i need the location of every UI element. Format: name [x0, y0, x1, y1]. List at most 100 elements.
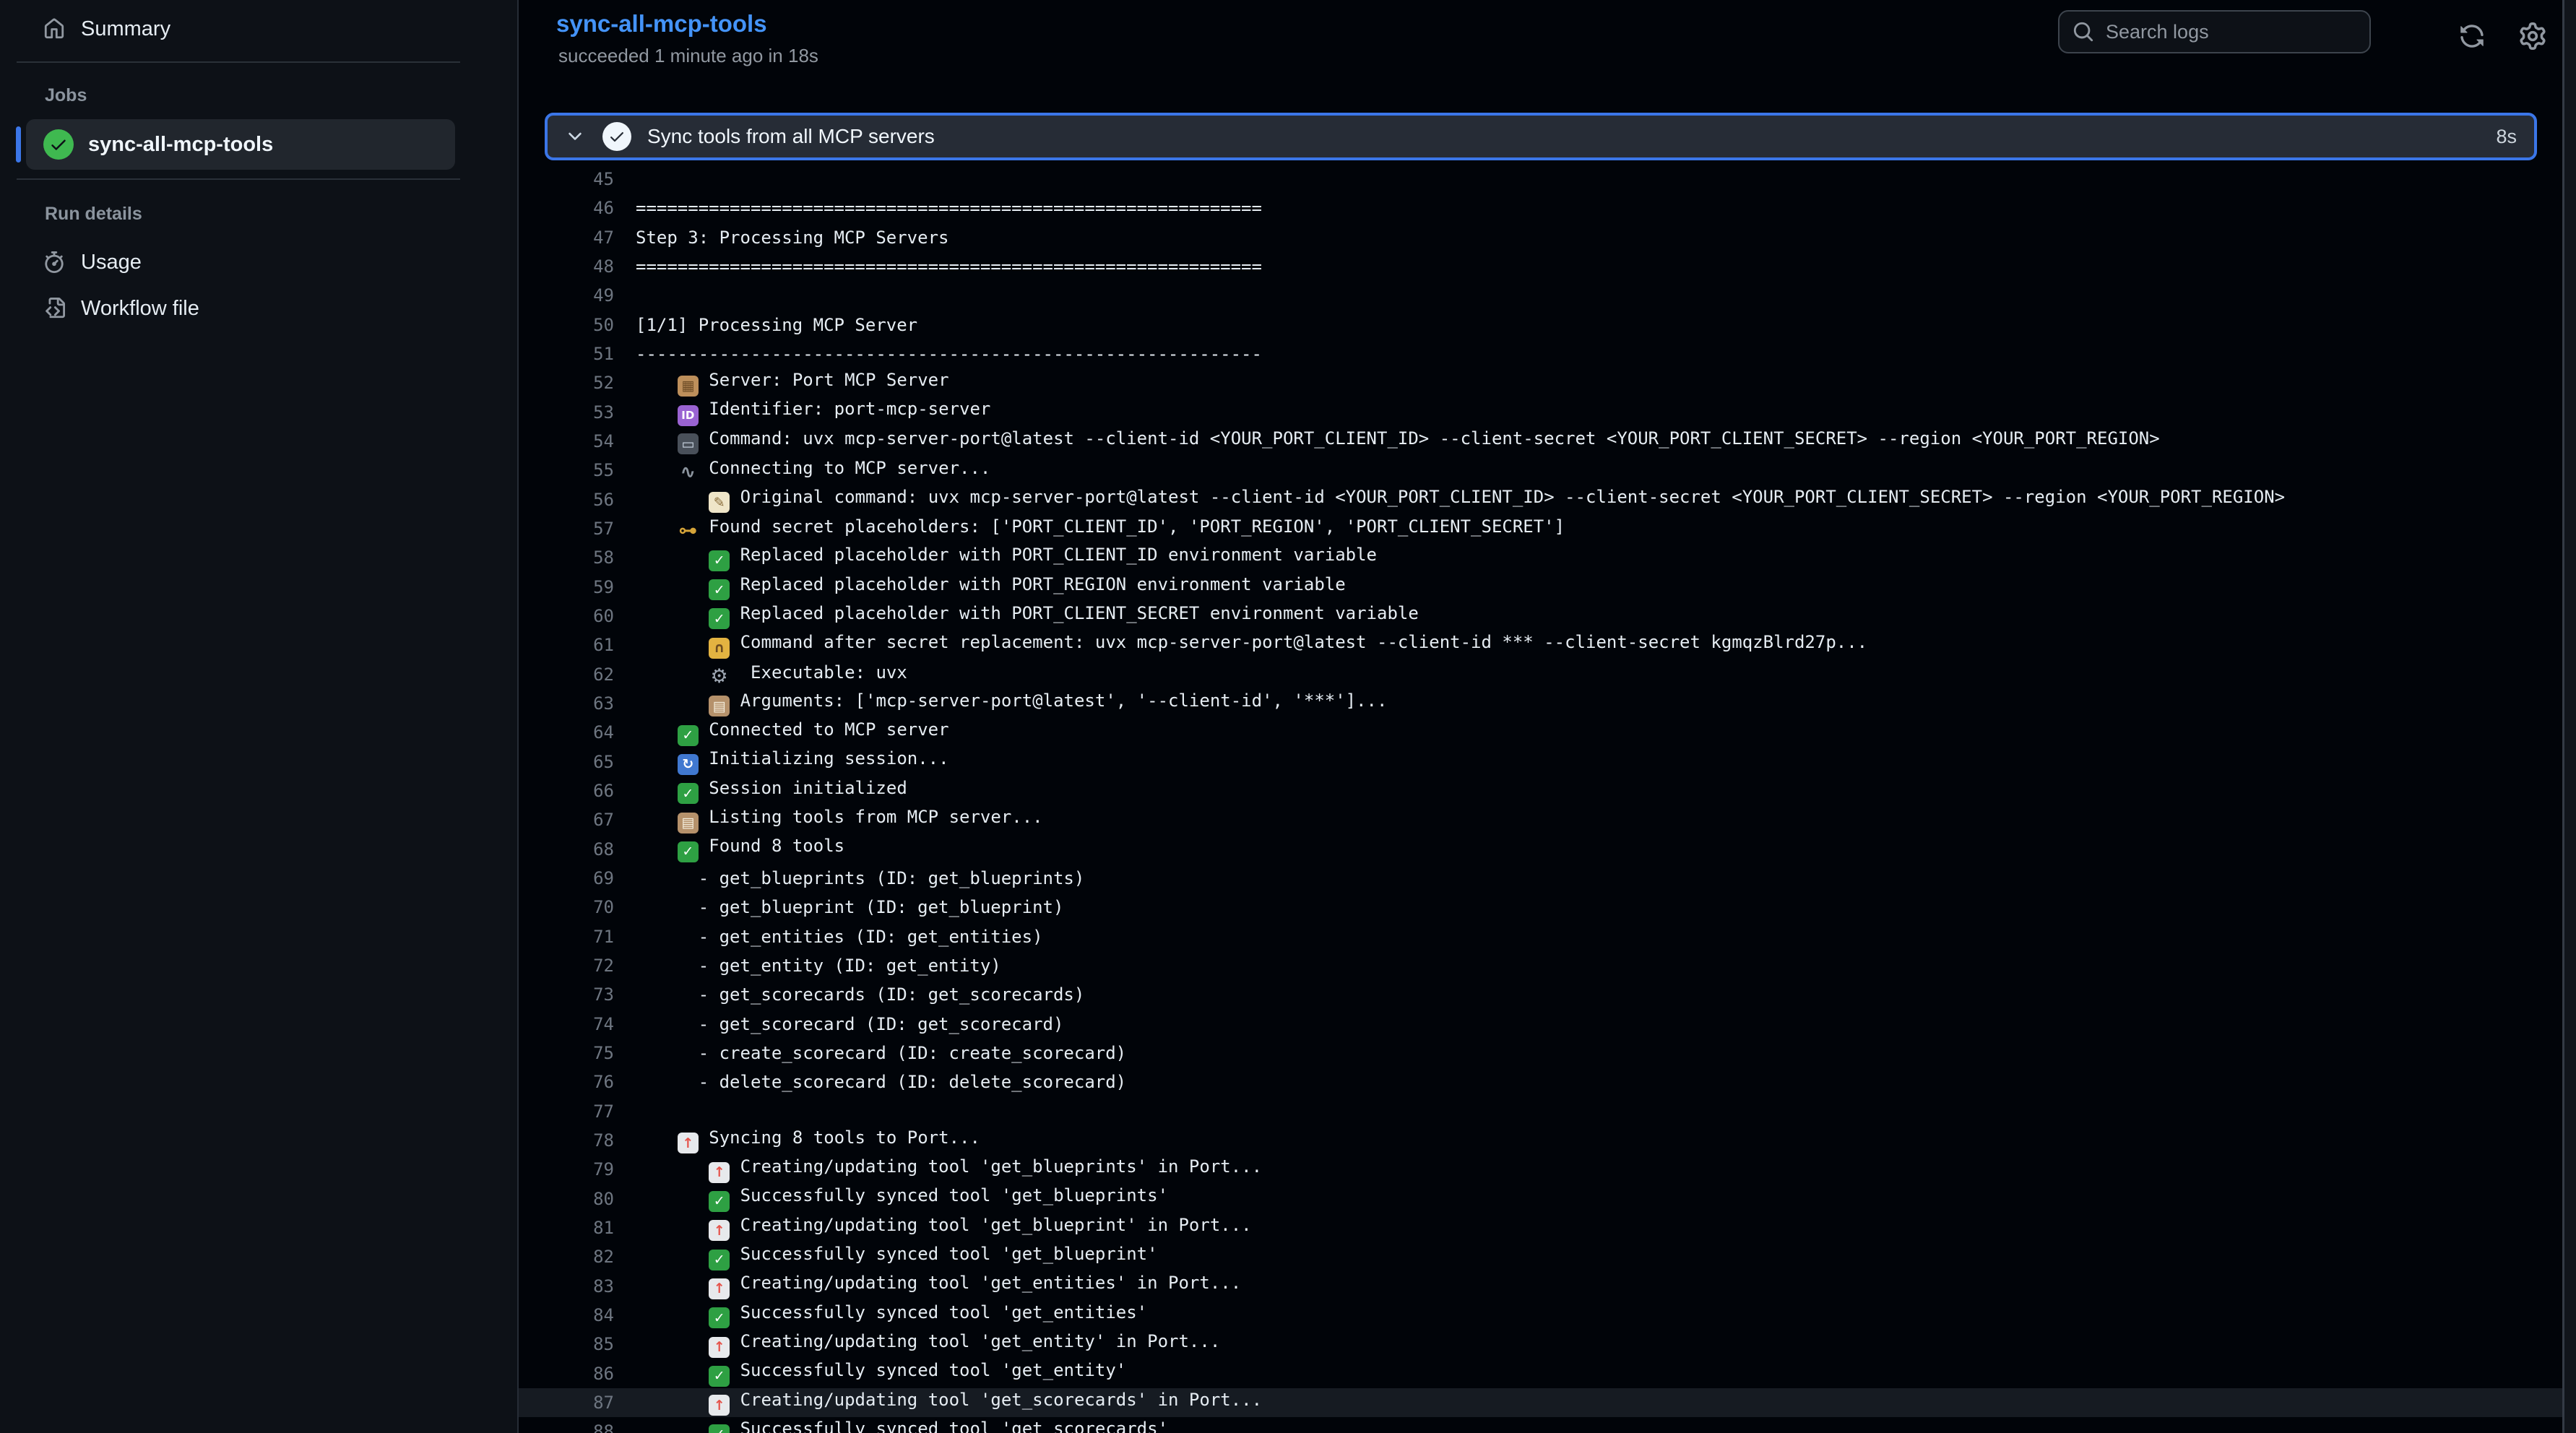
line-number[interactable]: 55: [519, 460, 614, 480]
line-number[interactable]: 49: [519, 285, 614, 306]
line-number[interactable]: 74: [519, 1014, 614, 1034]
line-number[interactable]: 82: [519, 1247, 614, 1267]
log-line: 73 - get_scorecards (ID: get_scorecards): [519, 980, 2562, 1009]
log-settings-button[interactable]: [2517, 20, 2549, 52]
line-number[interactable]: 48: [519, 256, 614, 277]
sidebar-item-label: Summary: [81, 17, 170, 41]
line-number[interactable]: 68: [519, 839, 614, 860]
line-number[interactable]: 72: [519, 956, 614, 976]
line-number[interactable]: 60: [519, 606, 614, 626]
line-number[interactable]: 79: [519, 1159, 614, 1179]
refresh-icon: [2459, 23, 2485, 49]
line-number[interactable]: 61: [519, 635, 614, 655]
line-number[interactable]: 87: [519, 1393, 614, 1413]
log-line: 76 - delete_scorecard (ID: delete_scorec…: [519, 1068, 2562, 1096]
log-text: Successfully synced tool 'get_entity': [636, 1360, 1126, 1387]
line-number[interactable]: 85: [519, 1334, 614, 1354]
line-number[interactable]: 67: [519, 810, 614, 830]
line-number[interactable]: 77: [519, 1101, 614, 1122]
step-title: Sync tools from all MCP servers: [647, 125, 935, 148]
line-number[interactable]: 54: [519, 431, 614, 451]
line-number[interactable]: 71: [519, 927, 614, 947]
sync-icon: [678, 754, 699, 775]
line-number[interactable]: 52: [519, 373, 614, 393]
log-text: - get_blueprint (ID: get_blueprint): [636, 897, 1063, 917]
line-number[interactable]: 80: [519, 1189, 614, 1209]
log-text: Session initialized: [636, 778, 907, 805]
log-group-header[interactable]: Sync tools from all MCP servers 8s: [545, 113, 2537, 160]
job-status-line: succeeded 1 minute ago in 18s: [558, 45, 818, 67]
line-number[interactable]: 86: [519, 1364, 614, 1384]
log-text: Executable: uvx: [636, 662, 907, 687]
sidebar-item-job-sync-all-mcp-tools[interactable]: sync-all-mcp-tools: [26, 119, 455, 170]
log-line: 79 Creating/updating tool 'get_blueprint…: [519, 1155, 2562, 1184]
log-line: 72 - get_entity (ID: get_entity): [519, 951, 2562, 980]
log-line: 46======================================…: [519, 194, 2562, 222]
check-icon: [709, 608, 730, 629]
check-icon: [709, 550, 730, 571]
line-number[interactable]: 65: [519, 752, 614, 772]
outbox-icon: [709, 1162, 730, 1183]
log-line: 70 - get_blueprint (ID: get_blueprint): [519, 893, 2562, 922]
line-number[interactable]: 56: [519, 490, 614, 510]
line-number[interactable]: 47: [519, 228, 614, 248]
main-panel: sync-all-mcp-tools succeeded 1 minute ag…: [519, 0, 2576, 1433]
log-text: Successfully synced tool 'get_blueprint': [636, 1244, 1158, 1270]
lock-icon: [709, 638, 730, 659]
log-line: 80 Successfully synced tool 'get_bluepri…: [519, 1184, 2562, 1213]
line-number[interactable]: 83: [519, 1276, 614, 1296]
sidebar-item-label: Usage: [81, 251, 142, 274]
sidebar-divider: [17, 61, 460, 63]
job-success-check-icon: [43, 129, 74, 160]
line-number[interactable]: 51: [519, 344, 614, 364]
line-number[interactable]: 76: [519, 1072, 614, 1092]
log-line: 64 Connected to MCP server: [519, 718, 2562, 747]
outbox-icon: [678, 1133, 699, 1153]
jobs-section-label: Jobs: [45, 85, 87, 110]
step-duration: 8s: [2496, 126, 2517, 148]
line-number[interactable]: 58: [519, 547, 614, 568]
line-number[interactable]: 59: [519, 577, 614, 597]
sidebar-item-summary[interactable]: Summary: [43, 12, 503, 46]
log-text: - delete_scorecard (ID: delete_scorecard…: [636, 1072, 1126, 1092]
line-number[interactable]: 53: [519, 402, 614, 423]
line-number[interactable]: 57: [519, 519, 614, 539]
line-number[interactable]: 63: [519, 693, 614, 714]
log-line: 71 - get_entities (ID: get_entities): [519, 922, 2562, 951]
log-text: [1/1] Processing MCP Server: [636, 315, 917, 335]
sidebar-item-usage[interactable]: Usage: [43, 246, 503, 279]
line-number[interactable]: 88: [519, 1421, 614, 1433]
line-number[interactable]: 75: [519, 1043, 614, 1063]
line-number[interactable]: 73: [519, 984, 614, 1005]
line-number[interactable]: 69: [519, 868, 614, 888]
sidebar-item-workflow-file[interactable]: Workflow file: [43, 292, 503, 325]
search-icon: [2073, 21, 2094, 43]
line-number[interactable]: 70: [519, 897, 614, 917]
line-number[interactable]: 45: [519, 169, 614, 189]
line-number[interactable]: 81: [519, 1218, 614, 1238]
search-logs-box: [2058, 10, 2371, 53]
clipboard-icon: [678, 813, 699, 834]
vertical-scrollbar[interactable]: [2562, 0, 2576, 1433]
check-icon: [678, 783, 699, 804]
line-number[interactable]: 46: [519, 198, 614, 218]
line-number[interactable]: 84: [519, 1305, 614, 1325]
line-number[interactable]: 78: [519, 1130, 614, 1151]
log-line: 58 Replaced placeholder with PORT_CLIENT…: [519, 543, 2562, 572]
refresh-logs-button[interactable]: [2456, 20, 2488, 52]
line-number[interactable]: 66: [519, 781, 614, 801]
plug-icon: [678, 462, 699, 483]
log-line: 67 Listing tools from MCP server...: [519, 805, 2562, 834]
key-icon: [678, 520, 699, 541]
outbox-icon: [709, 1395, 730, 1416]
line-number[interactable]: 64: [519, 722, 614, 743]
home-icon: [43, 18, 65, 40]
log-lines: 45 46====================================…: [519, 165, 2562, 1433]
line-number[interactable]: 62: [519, 664, 614, 685]
search-logs-input[interactable]: [2106, 21, 2356, 43]
check-icon: [709, 1307, 730, 1328]
line-number[interactable]: 50: [519, 315, 614, 335]
id-icon: [678, 405, 699, 426]
log-text: Connecting to MCP server...: [636, 458, 990, 483]
log-line: 83 Creating/updating tool 'get_entities'…: [519, 1271, 2562, 1300]
